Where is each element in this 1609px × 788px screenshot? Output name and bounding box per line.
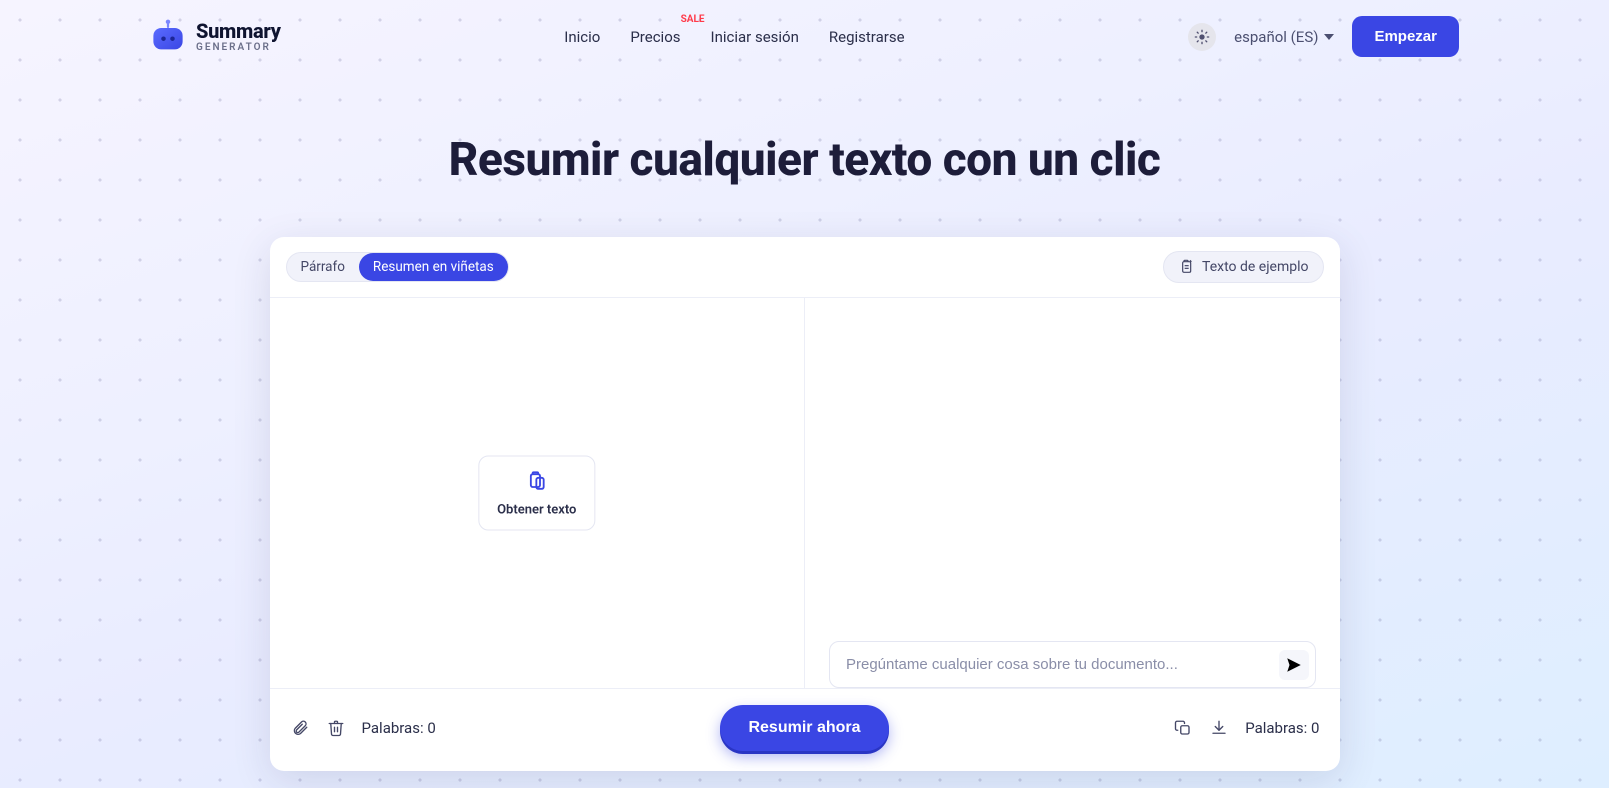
hero: Resumir cualquier texto con un clic [0,133,1609,187]
download-button[interactable] [1209,718,1229,738]
mode-toggle: Párrafo Resumen en viñetas [286,252,509,282]
sample-text-label: Texto de ejemplo [1202,259,1308,275]
mode-paragraph[interactable]: Párrafo [287,253,359,281]
page-title: Resumir cualquier texto con un clic [0,133,1609,187]
paste-icon [1178,259,1194,275]
chevron-down-icon [1324,32,1334,42]
nav-home[interactable]: Inicio [564,28,600,46]
attach-button[interactable] [290,718,310,738]
brand-text: Summary GENERATOR [196,21,281,53]
sale-badge: SALE [681,14,705,25]
word-count-right: Palabras: 0 [1245,719,1319,737]
main-nav: Inicio Precios SALE Iniciar sesión Regis… [564,28,904,46]
send-button[interactable] [1279,650,1309,680]
card-body: Obtener texto [270,298,1340,688]
footer-right: Palabras: 0 [1173,718,1319,738]
logo-icon [150,19,186,55]
brand-name: Summary [196,21,281,41]
nav-pricing[interactable]: Precios SALE [630,28,680,46]
language-selector[interactable]: español (ES) [1234,28,1334,46]
card-footer: Palabras: 0 Resumir ahora Palabras: 0 [270,688,1340,771]
footer-left: Palabras: 0 [290,718,436,738]
brand-subtitle: GENERATOR [196,43,281,53]
app-header: Summary GENERATOR Inicio Precios SALE In… [0,0,1609,73]
language-label: español (ES) [1234,28,1318,46]
nav-pricing-label: Precios [630,28,680,46]
sun-icon [1194,29,1210,45]
theme-toggle[interactable] [1188,23,1216,51]
send-icon [1285,656,1303,674]
brand[interactable]: Summary GENERATOR [150,19,281,55]
paperclip-icon [291,719,309,737]
mode-bullets[interactable]: Resumen en viñetas [359,253,508,281]
sample-text-button[interactable]: Texto de ejemplo [1163,251,1323,283]
clear-button[interactable] [326,718,346,738]
download-icon [1210,719,1228,737]
copy-button[interactable] [1173,718,1193,738]
summarize-button[interactable]: Resumir ahora [720,705,888,751]
word-count-left: Palabras: 0 [362,719,436,737]
ask-input[interactable] [842,648,1271,681]
clipboard-icon [526,471,548,493]
get-text-label: Obtener texto [497,503,576,518]
nav-login[interactable]: Iniciar sesión [710,28,798,46]
ask-document-row [829,641,1316,688]
input-pane[interactable]: Obtener texto [270,298,806,688]
get-text-button[interactable]: Obtener texto [478,456,595,531]
summarizer-card: Párrafo Resumen en viñetas Texto de ejem… [270,237,1340,771]
copy-icon [1174,719,1192,737]
trash-icon [327,719,345,737]
get-started-button[interactable]: Empezar [1352,16,1459,57]
output-pane [805,298,1340,688]
nav-signup[interactable]: Registrarse [829,28,905,46]
header-right: español (ES) Empezar [1188,16,1459,57]
card-toolbar: Párrafo Resumen en viñetas Texto de ejem… [270,237,1340,298]
